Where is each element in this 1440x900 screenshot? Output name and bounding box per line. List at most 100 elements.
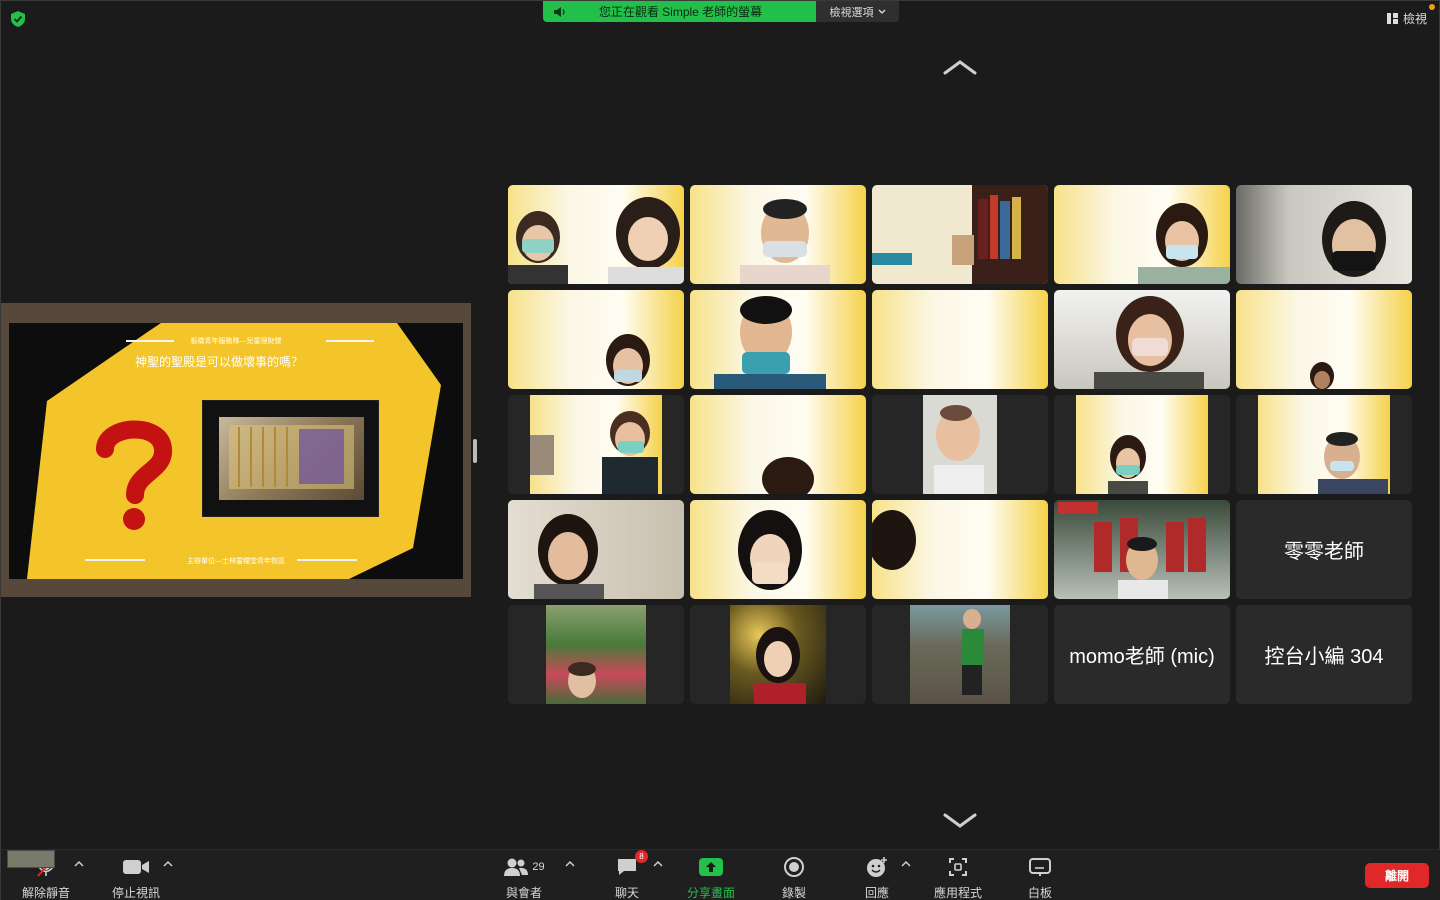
scroll-up-chevron-icon[interactable] [943,59,977,77]
view-button[interactable]: 檢視 [1386,10,1427,27]
participant-photo [962,609,984,695]
temple-picture-frame [202,400,379,517]
stop-video-button[interactable]: 停止視訊 [101,856,171,900]
split-resize-handle[interactable] [473,439,477,463]
participants-options-caret-icon[interactable] [565,860,575,867]
whiteboard-icon [1029,858,1051,876]
temple-image [219,417,364,500]
participant-video-tile[interactable] [508,395,684,494]
participant-name: momo老師 (mic) [1069,646,1215,668]
scroll-down-chevron-icon[interactable] [943,811,977,829]
view-options-dropdown[interactable]: 檢視選項 [816,1,899,22]
participant-video [740,199,830,284]
record-button[interactable]: 錄製 [759,856,829,900]
participant-video [1094,296,1204,389]
participant-video-tile[interactable] [508,290,684,389]
leave-button[interactable]: 離開 [1365,863,1429,888]
slide-question: 神聖的聖殿是可以做壞事的嗎？ [134,355,303,369]
participant-name-tile[interactable]: 零零老師 [1236,500,1412,599]
chat-unread-badge: 8 [635,850,648,863]
chat-label: 聊天 [614,886,639,900]
participants-count: 29 [532,861,545,873]
audio-options-caret-icon[interactable] [74,860,84,867]
participant-video-tile[interactable] [872,500,1048,599]
participant-video [534,514,604,599]
participant-video [714,296,826,389]
layout-icon [1386,13,1398,24]
participant-video [872,510,916,570]
video-options-caret-icon[interactable] [163,860,173,867]
participant-video-tile[interactable] [1236,395,1412,494]
share-screen-icon [699,858,723,876]
notification-dot [1429,4,1435,10]
participant-name: 控台小編 304 [1264,646,1384,668]
slide-footer: 主辦單位—士林靈糧堂青年牧區 [187,558,285,565]
participant-video-tile[interactable] [690,605,866,704]
participant-video-tile[interactable] [690,185,866,284]
zoom-meeting-window: 您正在觀看 Simple 老師的螢幕 檢視選項 檢視 板橋青年服務隊—兒童理財營 [0,0,1440,900]
participant-video-tile[interactable] [1054,290,1230,389]
participant-video [738,510,802,590]
participant-video [762,457,814,494]
participant-name-tile[interactable]: momo老師 (mic) [1054,605,1230,704]
participant-video-tile[interactable] [1236,290,1412,389]
apps-icon [949,858,967,876]
reactions-options-caret-icon[interactable] [901,860,911,867]
self-view-thumbnail[interactable] [7,850,55,868]
participant-video [1108,435,1148,494]
viewing-share-notice: 您正在觀看 Simple 老師的螢幕 [543,1,816,22]
shared-screen[interactable]: 板橋青年服務隊—兒童理財營 神聖的聖殿是可以做壞事的嗎？ 主辦單位—士林靈糧堂青… [1,303,471,597]
participant-video-tile[interactable] [690,395,866,494]
banner-text: 您正在觀看 Simple 老師的螢幕 [598,5,763,19]
whiteboard-label: 白板 [1027,886,1052,900]
reactions-smiley-icon [867,857,887,877]
record-label: 錄製 [781,886,806,900]
participants-icon [504,858,529,876]
participants-button[interactable]: 29 與會者 [489,856,559,900]
participant-video-tile[interactable] [1236,185,1412,284]
share-screen-button[interactable]: 分享畫面 [676,856,746,900]
participant-video-tile[interactable] [1054,500,1230,599]
participant-video-tile[interactable] [872,605,1048,704]
participant-name-tile[interactable]: 控台小編 304 [1236,605,1412,704]
participant-video-tile[interactable] [1054,395,1230,494]
participant-video-tile[interactable] [1054,185,1230,284]
record-icon [784,857,804,877]
participant-video-tile[interactable] [690,500,866,599]
participant-video [1310,362,1334,389]
apps-label: 應用程式 [933,886,982,900]
apps-button[interactable]: 應用程式 [923,856,993,900]
security-shield-icon[interactable] [11,11,25,27]
screen-share-banner: 您正在觀看 Simple 老師的螢幕 檢視選項 [543,1,899,22]
participant-video [1322,201,1386,277]
participant-video [1318,432,1388,494]
chevron-down-icon [878,9,885,14]
participant-video-tile[interactable] [872,395,1048,494]
participant-video [508,197,684,284]
participant-photo [754,627,806,704]
whiteboard-button[interactable]: 白板 [1005,856,1075,900]
participant-video-tile[interactable] [508,185,684,284]
video-camera-icon [123,860,149,874]
view-options-label: 檢視選項 [829,6,874,19]
participants-label: 與會者 [505,886,542,900]
participant-video-tile[interactable] [872,290,1048,389]
stop-video-label: 停止視訊 [111,886,160,900]
chat-bubble-icon [618,859,636,875]
participant-video-tile[interactable] [508,500,684,599]
participant-video [934,405,984,494]
participant-video [1058,502,1206,599]
participant-video [1138,203,1230,284]
participant-video-tile[interactable] [508,605,684,704]
presentation-slide: 板橋青年服務隊—兒童理財營 神聖的聖殿是可以做壞事的嗎？ 主辦單位—士林靈糧堂青… [9,323,463,579]
speaker-icon[interactable] [553,6,567,18]
chat-button[interactable]: 8 聊天 [592,850,662,900]
participant-video-tile[interactable] [690,290,866,389]
participant-video [606,334,650,386]
chat-options-caret-icon[interactable] [653,860,663,867]
reactions-label: 回應 [864,886,889,900]
participant-gallery: 零零老師 momo老師 (mic) 控台小編 304 [508,185,1412,704]
participant-video-tile[interactable] [872,185,1048,284]
participant-name: 零零老師 [1284,541,1364,563]
participant-video [530,411,658,494]
